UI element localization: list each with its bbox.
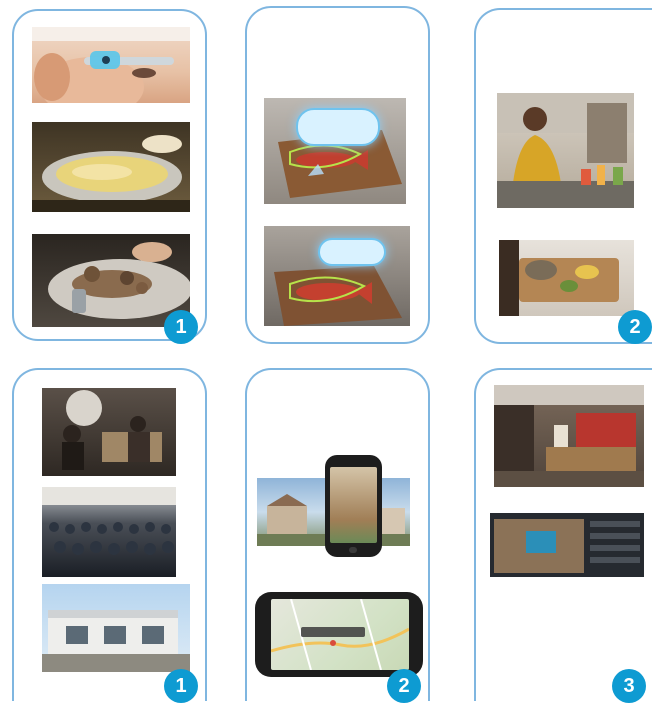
photo-food-bowl	[32, 122, 190, 212]
photo-app-interface	[490, 513, 644, 577]
step-badge: 2	[618, 310, 652, 344]
step-badge: 1	[164, 310, 198, 344]
phone-map-landscape	[255, 592, 423, 677]
photo-workshop-people	[42, 388, 176, 476]
step-badge: 2	[387, 669, 421, 703]
ar-speech-bubble	[318, 238, 386, 266]
photo-hands-pouring	[32, 234, 190, 327]
photo-crowd-event	[42, 487, 176, 577]
photo-building-exterior	[42, 584, 190, 672]
photo-chopping-board	[499, 240, 634, 316]
step-badge: 3	[612, 669, 646, 703]
photo-kitchen-interior	[494, 385, 644, 487]
ar-speech-bubble	[296, 108, 380, 146]
photo-chef-kitchen	[497, 93, 634, 208]
photo-glass-headset	[32, 27, 190, 103]
step-badge: 1	[164, 669, 198, 703]
phone-device	[325, 455, 382, 557]
